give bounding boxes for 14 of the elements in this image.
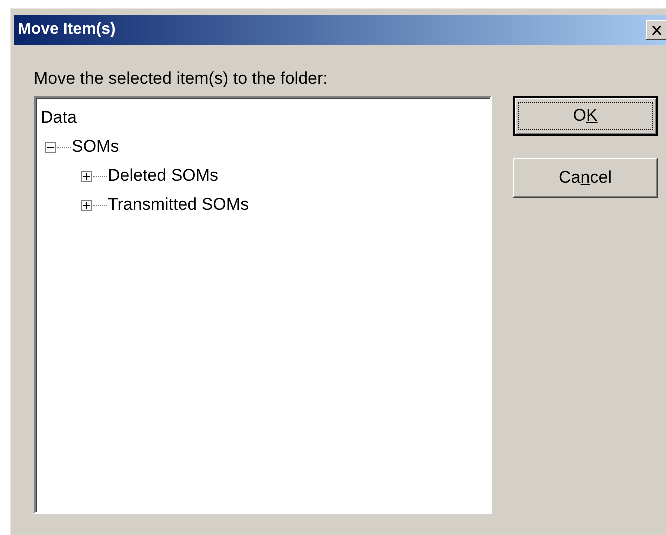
folder-tree[interactable]: Data SOMs Deleted SOMs Transmitted SOMs: [34, 96, 492, 514]
prompt-label: Move the selected item(s) to the folder:: [34, 69, 328, 89]
tree-item[interactable]: Deleted SOMs: [108, 163, 219, 189]
expand-toggle[interactable]: [81, 200, 92, 210]
expand-toggle[interactable]: [81, 170, 92, 182]
cancel-button[interactable]: Cancel: [513, 158, 658, 198]
ok-button[interactable]: OK: [513, 96, 658, 136]
window-title: Move Item(s): [18, 20, 116, 40]
close-button[interactable]: [646, 20, 666, 40]
collapse-toggle[interactable]: [45, 142, 56, 152]
tree-item[interactable]: SOMs: [72, 134, 120, 160]
tree-item[interactable]: Data: [41, 105, 77, 131]
tree-item[interactable]: Transmitted SOMs: [108, 192, 250, 218]
close-icon: [652, 26, 662, 34]
